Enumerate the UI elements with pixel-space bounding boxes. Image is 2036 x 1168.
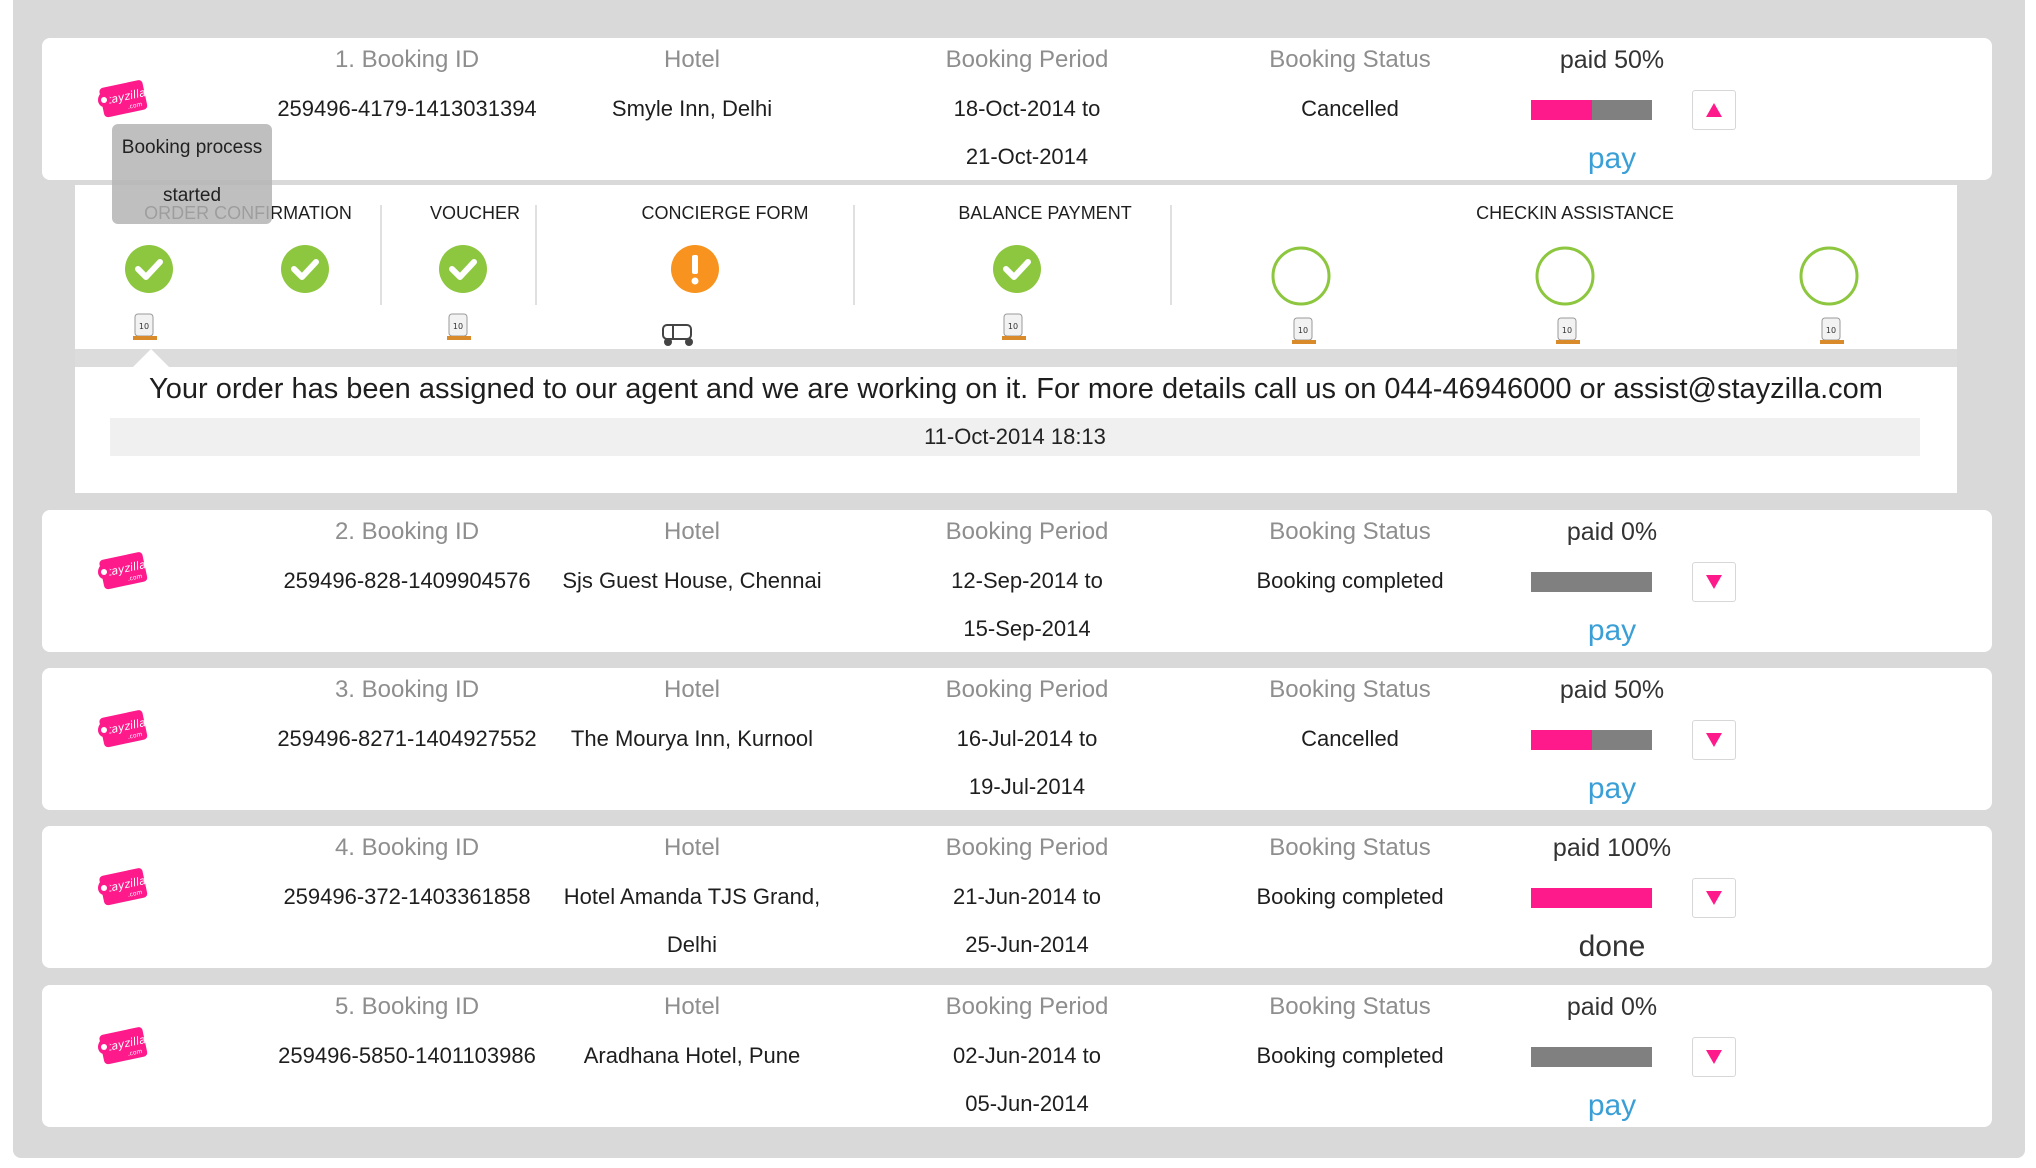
booking-period-to: 05-Jun-2014: [965, 1091, 1089, 1116]
stayzilla-logo: Stayzilla .com: [90, 706, 154, 758]
booking-status-header: Booking Status: [1269, 46, 1431, 73]
payment-progress-bar: [1531, 100, 1652, 120]
booking-period-to: 21-Oct-2014: [965, 144, 1089, 169]
booking-card: Stayzilla .com 3. Booking ID 259496-8271…: [42, 668, 1992, 810]
booking-status-value: Booking completed: [1256, 1043, 1444, 1068]
paid-percentage: paid 0%: [1566, 993, 1658, 1021]
stayzilla-logo: Stayzilla .com: [90, 1023, 154, 1075]
divider: [1170, 205, 1172, 305]
caret-down-icon: [1706, 1050, 1722, 1064]
calendar-icon: 10: [445, 313, 473, 346]
svg-text:10: 10: [1008, 322, 1018, 331]
stayzilla-logo: Stayzilla .com: [90, 864, 154, 916]
booking-card: Stayzilla .com 1. Booking ID 259496-4179…: [42, 38, 1992, 180]
expand-button[interactable]: [1692, 878, 1736, 918]
stage-concierge-form: CONCIERGE FORM: [641, 203, 809, 223]
paid-percentage: paid 100%: [1552, 834, 1672, 862]
payment-progress-fill: [1531, 100, 1592, 120]
payment-progress-bar: [1531, 1047, 1652, 1067]
pay-link[interactable]: pay: [1492, 772, 1732, 806]
expand-button[interactable]: [1692, 1037, 1736, 1077]
booking-progress-tracker: ORDER CONFIRMATION VOUCHER CONCIERGE FOR…: [75, 185, 1957, 493]
svg-text:10: 10: [453, 322, 463, 331]
payment-progress-bar: [1531, 572, 1652, 592]
booking-card: Stayzilla .com 5. Booking ID 259496-5850…: [42, 985, 1992, 1127]
paid-percentage: paid 0%: [1566, 518, 1658, 546]
stage-voucher: VOUCHER: [429, 203, 520, 223]
calendar-icon: 10: [1818, 317, 1846, 350]
step-tooltip: Booking process started: [112, 124, 272, 224]
collapse-button[interactable]: [1692, 90, 1736, 130]
auto-rickshaw-icon: [659, 321, 699, 352]
calendar-icon: 10: [131, 313, 159, 346]
pay-link[interactable]: pay: [1492, 614, 1732, 648]
caret-down-icon: [1706, 575, 1722, 589]
caret-up-icon: [1706, 103, 1722, 117]
divider: [853, 205, 855, 305]
calendar-icon: 10: [1000, 313, 1028, 346]
active-step-pointer: [133, 349, 169, 367]
caret-down-icon: [1706, 891, 1722, 905]
svg-text:10: 10: [1298, 326, 1308, 335]
tracker-separator: [75, 349, 1957, 367]
check-circle-icon: [993, 245, 1041, 298]
status-message-time: 11-Oct-2014 18:13: [110, 418, 1920, 456]
warning-circle-icon: [671, 245, 719, 298]
calendar-icon: 10: [1290, 317, 1318, 350]
booking-card: Stayzilla .com 4. Booking ID 259496-372-…: [42, 826, 1992, 968]
payment-progress-fill: [1531, 888, 1652, 908]
booking-status-header: Booking Status: [1269, 518, 1431, 545]
svg-text:10: 10: [1826, 326, 1836, 335]
booking-status-value: Cancelled: [1301, 96, 1399, 121]
payment-progress-fill: [1531, 730, 1592, 750]
pay-link[interactable]: pay: [1492, 142, 1732, 176]
pending-circle-icon: [1534, 245, 1596, 312]
paid-percentage: paid 50%: [1559, 46, 1665, 74]
booking-card: Stayzilla .com 2. Booking ID 259496-828-…: [42, 510, 1992, 652]
check-circle-icon: [439, 245, 487, 298]
pending-circle-icon: [1270, 245, 1332, 312]
check-circle-icon: [281, 245, 329, 298]
done-label: done: [1578, 930, 1646, 963]
booking-period-to: 25-Jun-2014: [965, 932, 1089, 957]
booking-status-header: Booking Status: [1269, 676, 1431, 703]
stage-checkin-assistance: CHECKIN ASSISTANCE: [1476, 203, 1674, 223]
pending-circle-icon: [1798, 245, 1860, 312]
expand-button[interactable]: [1692, 562, 1736, 602]
booking-status-header: Booking Status: [1269, 993, 1431, 1020]
stage-balance-payment: BALANCE PAYMENT: [958, 203, 1132, 223]
paid-percentage: paid 50%: [1559, 676, 1665, 704]
status-message: Your order has been assigned to our agen…: [149, 373, 1883, 405]
pay-link[interactable]: pay: [1492, 1089, 1732, 1123]
divider: [535, 205, 537, 305]
booking-status-value: Booking completed: [1256, 568, 1444, 593]
booking-status-header: Booking Status: [1269, 834, 1431, 861]
caret-down-icon: [1706, 733, 1722, 747]
payment-progress-bar: [1531, 888, 1652, 908]
payment-progress-bar: [1531, 730, 1652, 750]
check-circle-icon: [125, 245, 173, 298]
svg-text:10: 10: [1562, 326, 1572, 335]
calendar-icon: 10: [1554, 317, 1582, 350]
booking-status-value: Booking completed: [1256, 884, 1444, 909]
stayzilla-logo: Stayzilla .com: [90, 76, 154, 128]
divider: [380, 205, 382, 305]
booking-period-to: 19-Jul-2014: [968, 774, 1086, 799]
booking-status-value: Cancelled: [1301, 726, 1399, 751]
booking-period-to: 15-Sep-2014: [963, 616, 1091, 641]
stayzilla-logo: Stayzilla .com: [90, 548, 154, 600]
expand-button[interactable]: [1692, 720, 1736, 760]
svg-text:10: 10: [139, 322, 149, 331]
